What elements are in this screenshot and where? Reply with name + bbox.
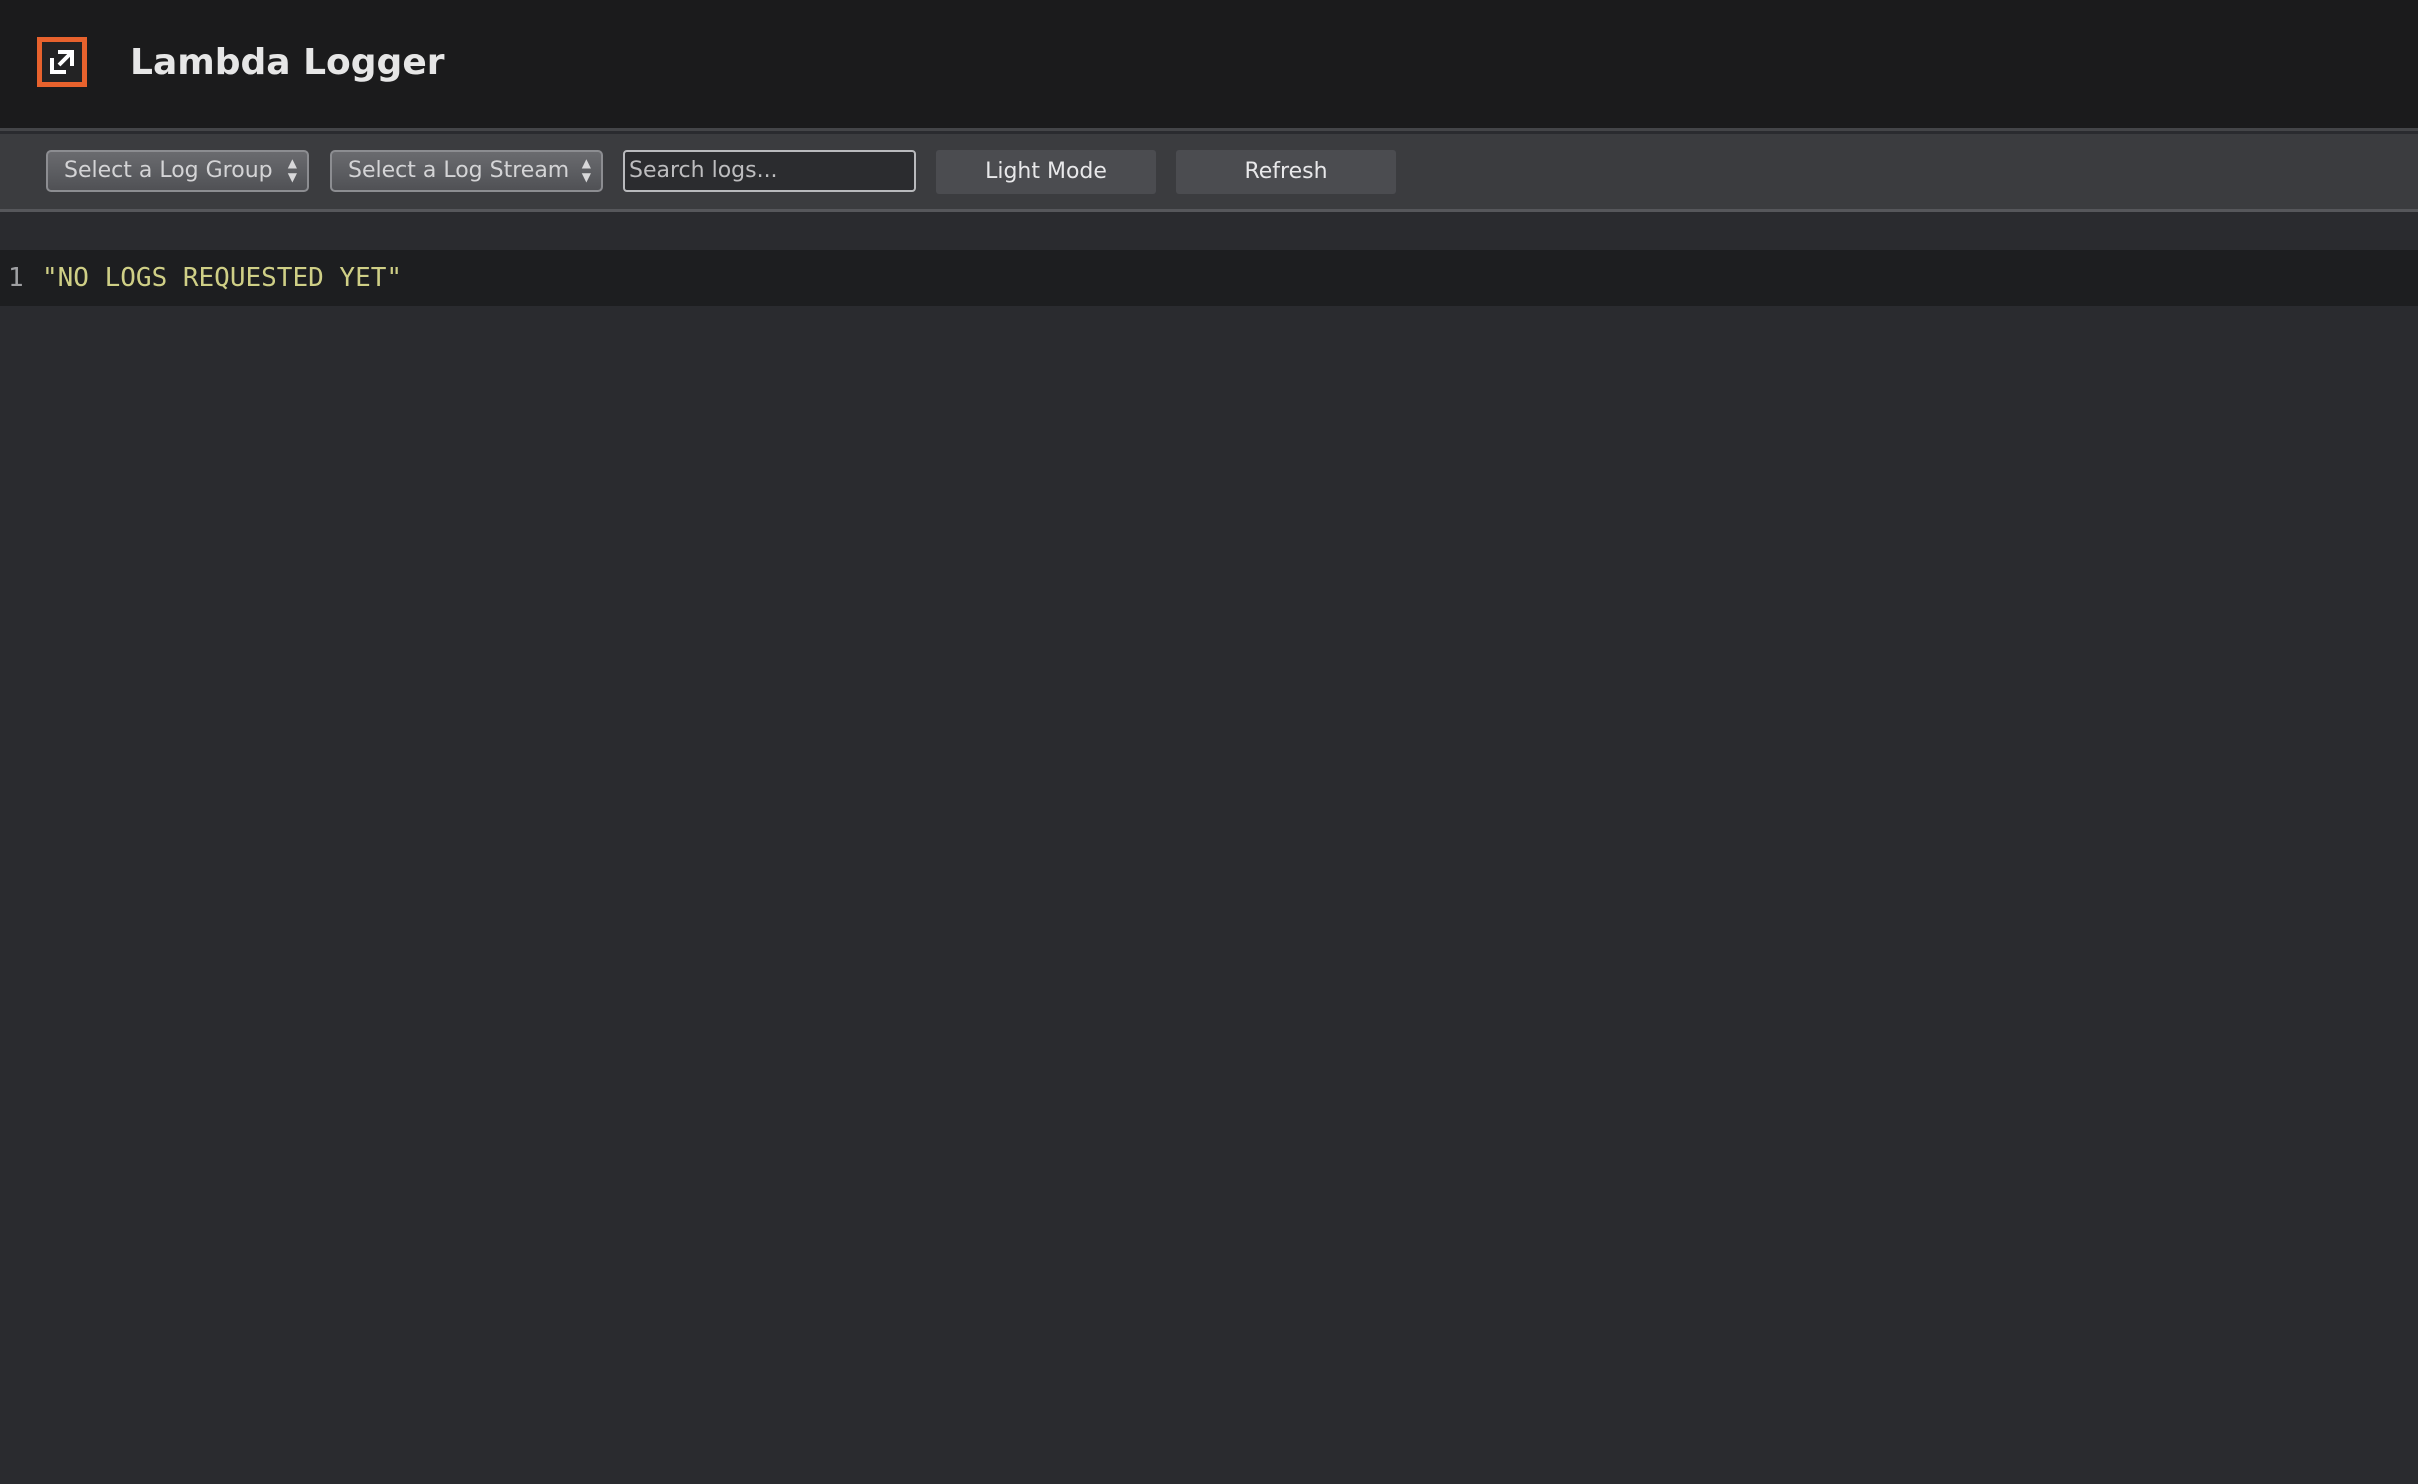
- search-placeholder: Search logs...: [629, 158, 778, 183]
- select-arrows-icon: ▲ ▼: [581, 156, 591, 184]
- search-input[interactable]: Search logs...: [623, 150, 916, 192]
- line-number: 1: [8, 263, 24, 293]
- log-viewer[interactable]: 1 "NO LOGS REQUESTED YET": [0, 215, 2418, 1484]
- select-arrows-icon: ▲ ▼: [287, 156, 297, 184]
- logo-icon: [37, 37, 87, 87]
- toolbar: Select a Log Group ▲ ▼ Select a Log Strea…: [0, 134, 2418, 212]
- log-line: 1 "NO LOGS REQUESTED YET": [0, 250, 2418, 306]
- log-stream-select-label: Select a Log Stream: [348, 158, 570, 183]
- refresh-button[interactable]: Refresh: [1176, 150, 1396, 194]
- app-header: Lambda Logger: [0, 0, 2418, 131]
- log-group-select[interactable]: Select a Log Group ▲ ▼: [46, 150, 309, 192]
- log-group-select-label: Select a Log Group: [64, 158, 273, 183]
- log-stream-select[interactable]: Select a Log Stream ▲ ▼: [330, 150, 603, 192]
- log-text: "NO LOGS REQUESTED YET": [42, 263, 403, 293]
- light-mode-button[interactable]: Light Mode: [936, 150, 1156, 194]
- app-title: Lambda Logger: [130, 42, 445, 83]
